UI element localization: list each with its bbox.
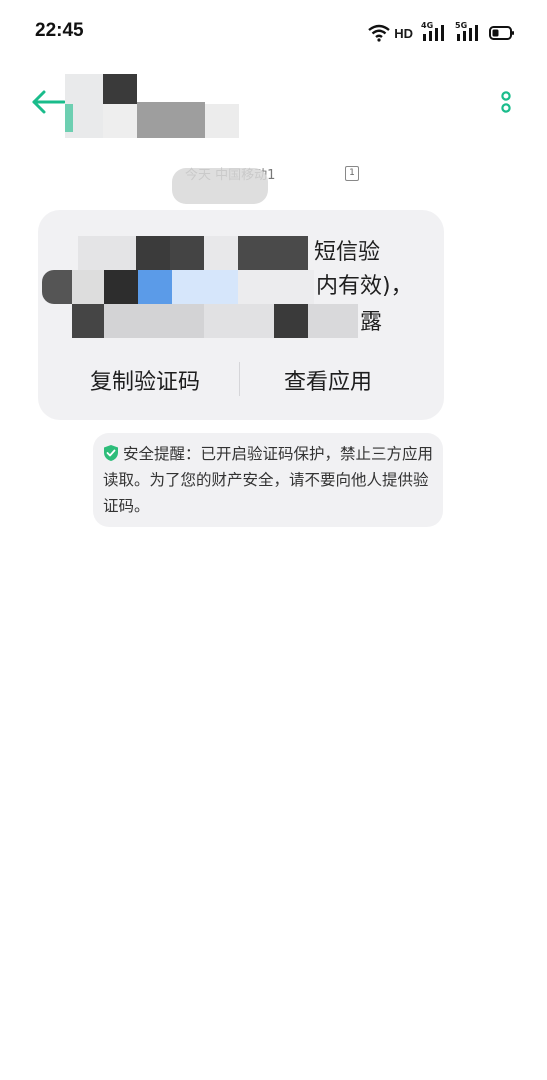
timestamp-redacted — [172, 168, 268, 204]
message-bubble[interactable]: 【 短信验 内有效)， 露 — [38, 210, 444, 420]
security-tip-body: 安全提醒：已开启验证码保护，禁止三方应用读取。为了您的财产安全，请不要向他人提供… — [103, 441, 435, 519]
signal-icon — [457, 25, 478, 41]
message-line-1-end: 短信验 — [314, 240, 381, 265]
sim-badge: 1 — [345, 166, 359, 181]
back-arrow-icon[interactable] — [30, 88, 66, 116]
message-line-3-end: 露 — [360, 310, 383, 335]
wifi-icon — [368, 24, 390, 42]
view-app-button[interactable]: 查看应用 — [284, 364, 372, 396]
security-tip-text: 安全提醒：已开启验证码保护，禁止三方应用读取。为了您的财产安全，请不要向他人提供… — [103, 445, 434, 515]
message-actions: 复制验证码 查看应用 — [38, 350, 444, 410]
sim1-network-type: 4G — [421, 21, 447, 43]
status-time: 22:45 — [35, 20, 84, 41]
security-tip: 安全提醒：已开启验证码保护，禁止三方应用读取。为了您的财产安全，请不要向他人提供… — [93, 433, 443, 527]
more-options-icon[interactable] — [499, 90, 513, 118]
contact-name-redacted — [65, 74, 255, 138]
message-line-2-end: 内有效)， — [316, 274, 413, 299]
sim2-network-type: 5G — [455, 21, 481, 43]
action-divider — [239, 362, 240, 396]
battery-icon — [489, 26, 514, 40]
shield-check-icon — [104, 445, 118, 461]
message-content-redacted: 【 短信验 内有效)， 露 — [38, 210, 444, 345]
hd-indicator: HD — [394, 25, 413, 41]
status-icons: HD 4G 5G — [368, 20, 515, 46]
copy-code-button[interactable]: 复制验证码 — [90, 364, 200, 396]
status-bar: 22:45 HD 4G 5G — [0, 0, 547, 66]
sms-conversation-screen: 22:45 HD 4G 5G 1 短信验 内有效)， 露 复制验证码 查看应用 … — [0, 0, 547, 1080]
signal-icon — [423, 25, 444, 41]
